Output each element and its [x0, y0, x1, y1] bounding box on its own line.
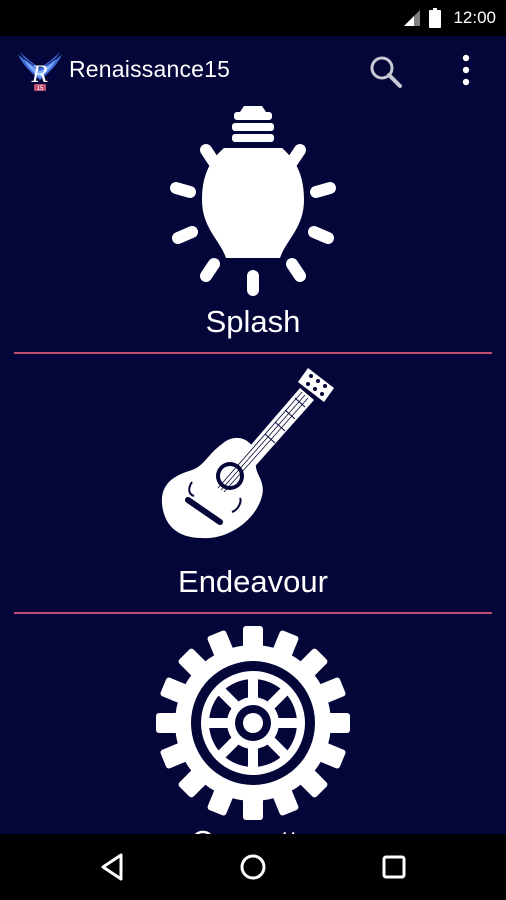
recents-square-icon: [382, 855, 406, 879]
more-vert-icon: [462, 54, 470, 86]
menu-item-concetto[interactable]: Concetto: [0, 616, 506, 834]
menu-label-splash: Splash: [205, 304, 301, 339]
menu-label-endeavour: Endeavour: [178, 564, 328, 599]
app-logo: R 15: [18, 52, 62, 92]
menu-label-concetto: Concetto: [0, 824, 506, 834]
status-icons: 12:00: [403, 0, 496, 36]
status-bar: 12:00: [0, 0, 506, 36]
app-title: Renaissance15: [69, 56, 231, 82]
menu-item-endeavour[interactable]: Endeavour: [0, 356, 506, 614]
status-clock: 12:00: [453, 8, 496, 27]
search-icon: [370, 56, 402, 88]
back-triangle-icon: [101, 853, 123, 881]
back-button[interactable]: [93, 847, 133, 887]
app-bar: R 15 Renaissance15: [0, 36, 506, 104]
navigation-bar: [0, 834, 506, 900]
menu-list: Splash Endeavour: [0, 104, 506, 834]
battery-icon: [429, 8, 442, 28]
home-button[interactable]: [233, 847, 273, 887]
svg-text:15: 15: [37, 86, 44, 92]
search-button[interactable]: [366, 52, 406, 92]
overflow-menu-button[interactable]: [448, 50, 484, 90]
gear-icon: [156, 626, 350, 820]
signal-icon: [404, 10, 421, 26]
divider: [14, 612, 492, 614]
home-circle-icon: [240, 854, 266, 880]
guitar-icon: [161, 368, 334, 539]
light-bulb-icon: [170, 106, 336, 296]
divider: [14, 352, 492, 354]
recents-button[interactable]: [374, 847, 414, 887]
menu-item-splash[interactable]: Splash: [0, 104, 506, 354]
